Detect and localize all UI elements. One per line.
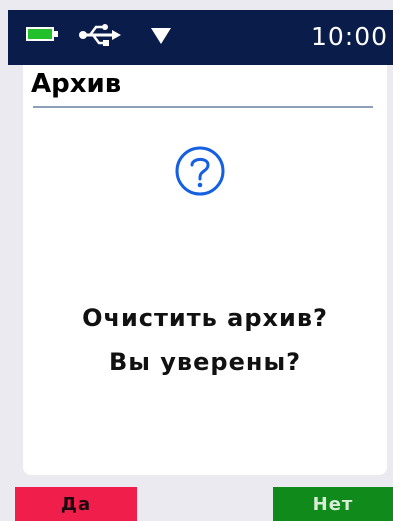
title-divider (33, 106, 373, 108)
confirm-message-line2: Вы уверены? (108, 348, 302, 376)
battery-full-icon (26, 27, 58, 41)
usb-icon (79, 24, 121, 46)
confirm-message-line1: Очистить архив? (82, 304, 328, 332)
status-time: 10:00 (310, 22, 388, 51)
status-bar: 10:00 (8, 10, 393, 65)
archive-dialog: Архив Очистить архив? Вы уверены? (23, 65, 387, 475)
page-title: Архив (31, 69, 122, 99)
no-button[interactable]: Нет (273, 487, 393, 521)
signal-down-icon (151, 28, 171, 44)
question-circle-icon (175, 146, 225, 196)
device-frame: 10:00 Архив Очистить архив? Вы уверены? … (0, 0, 393, 521)
yes-button[interactable]: Да (15, 487, 137, 521)
